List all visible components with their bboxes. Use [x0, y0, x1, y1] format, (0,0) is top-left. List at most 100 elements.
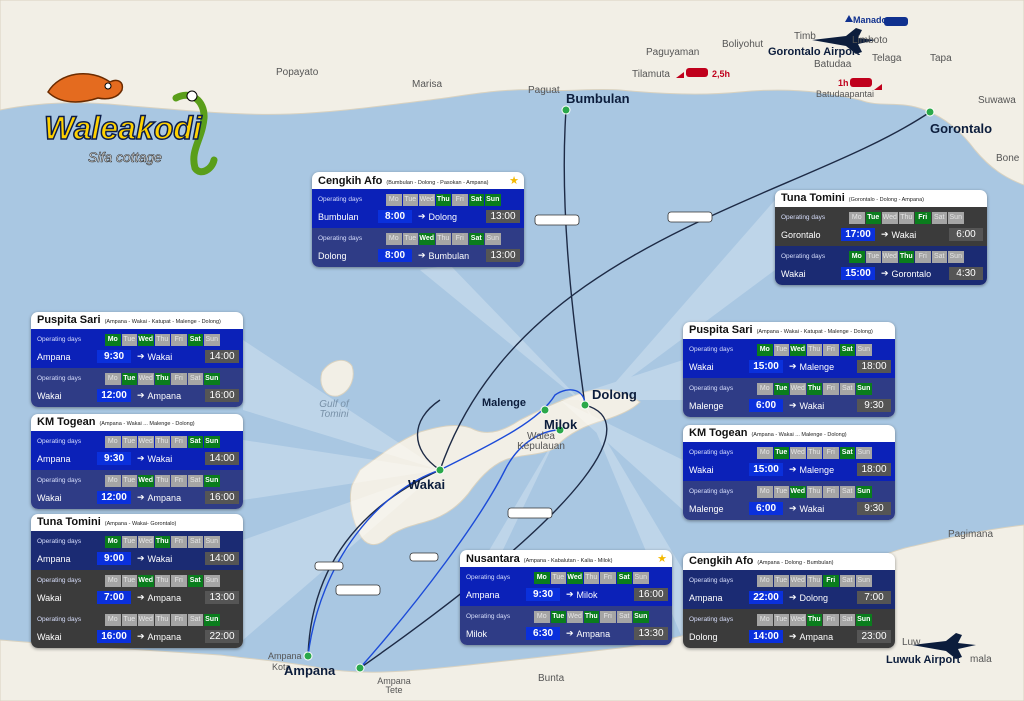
day-sun: Sun [856, 613, 872, 626]
star-icon: ★ [657, 553, 667, 565]
departure-time: 9:30 [97, 452, 131, 465]
town-label: Batudaapantai [816, 89, 875, 99]
operating-days-label: Operating days [37, 538, 82, 545]
arrow-right-icon: ➔ [881, 268, 889, 278]
ship-name: Cengkih Afo [318, 175, 383, 187]
trip-section: Operating days Mo Tue Wed Thu Fri Sat Sun Waka… [683, 339, 895, 378]
day-mo: Mo [105, 474, 121, 487]
card-header: Tuna Tomini (Gorontalo - Dolong - Ampana… [775, 190, 987, 207]
day-wed: Wed [138, 574, 154, 587]
day-sun: Sun [856, 485, 872, 498]
airport-label-gorontalo: Gorontalo Airport [768, 46, 860, 58]
town-label: Luw [902, 637, 921, 648]
arrival-port: Malenge [799, 464, 835, 475]
ship-route: (Ampana - Wakai ... Malenge - Dolong) [99, 421, 195, 427]
day-sat: Sat [931, 211, 947, 224]
town-label: Popayato [276, 67, 319, 78]
departure-port: Wakai [781, 268, 806, 279]
day-strip: Mo Tue Wed Thu Fri Sat Sun [757, 574, 872, 587]
card-header: Tuna Tomini (Ampana - Wakai- Gorontalo) [31, 514, 243, 531]
day-mo: Mo [849, 250, 865, 263]
town-label: Batudaa [814, 59, 852, 70]
day-mo: Mo [757, 382, 773, 395]
arrow-right-icon: ➔ [789, 631, 797, 641]
trip-section: Operating days Mo Tue Wed Thu Fri Sat Sun Waka… [31, 470, 243, 509]
arrival-time: 13:00 [486, 249, 520, 262]
ship-name: KM Togean [689, 427, 748, 439]
arrival-time: 13:00 [205, 591, 239, 604]
town-label: Ampana [268, 651, 302, 661]
arrival-time: 14:00 [205, 552, 239, 565]
day-tue: Tue [121, 574, 137, 587]
day-strip: Mo Tue Wed Thu Fri Sat Sun [105, 435, 220, 448]
arrival-port: Bumbulan [428, 250, 470, 261]
day-strip: Mo Tue Wed Thu Fri Sat Sun [534, 571, 649, 584]
trip-section: Operating days Mo Tue Wed Thu Fri Sat Sun Waka… [31, 368, 243, 407]
day-fri: Fri [452, 232, 468, 245]
day-strip: Mo Tue Wed Thu Fri Sat Sun [105, 613, 220, 626]
arrival-port: Ampana [147, 390, 182, 401]
day-mo: Mo [105, 535, 121, 548]
arrow-right-icon: ➔ [137, 631, 145, 641]
town-label: Pagimana [948, 529, 994, 540]
day-mo: Mo [105, 435, 121, 448]
departure-time: 6:30 [526, 627, 560, 640]
arrow-right-icon: ➔ [566, 628, 574, 638]
operating-days-label: Operating days [466, 613, 511, 620]
day-strip: Mo Tue Wed Thu Fri Sat Sun [386, 232, 501, 245]
operating-days-label: Operating days [466, 574, 511, 581]
day-mo: Mo [105, 372, 121, 385]
day-mo: Mo [105, 613, 121, 626]
departure-port: Wakai [37, 592, 62, 603]
ship-route: (Ampana - Wakai - Katupat - Malenge - Do… [756, 329, 873, 335]
day-sun: Sun [204, 333, 220, 346]
operating-days-label: Operating days [689, 346, 734, 353]
day-sun: Sun [633, 571, 649, 584]
departure-time: 22:00 [749, 591, 783, 604]
day-fri: Fri [171, 535, 187, 548]
departure-time: 6:00 [749, 502, 783, 515]
day-strip: Mo Tue Wed Thu Fri Sat Sun [534, 610, 649, 623]
port-label-ampana: Ampana [284, 663, 336, 678]
departure-time: 7:00 [97, 591, 131, 604]
departure-time: 17:00 [841, 228, 875, 241]
town-label: Bunta [538, 673, 565, 684]
ship-name: Puspita Sari [37, 314, 101, 326]
arrival-time: 16:00 [205, 491, 239, 504]
day-sun: Sun [204, 613, 220, 626]
day-fri: Fri [823, 343, 839, 356]
day-strip: Mo Tue Wed Thu Fri Sat Sun [105, 474, 220, 487]
day-mo: Mo [849, 211, 865, 224]
arrow-right-icon: ➔ [881, 229, 889, 239]
day-mo: Mo [534, 610, 550, 623]
day-thu: Thu [898, 250, 914, 263]
arrival-time: 9:30 [857, 399, 891, 412]
day-fri: Fri [600, 571, 616, 584]
arrow-right-icon: ➔ [137, 390, 145, 400]
day-strip: Mo Tue Wed Thu Fri Sat Sun [849, 211, 964, 224]
day-tue: Tue [773, 574, 789, 587]
trip-section: Operating days Mo Tue Wed Thu Fri Sat Sun Ampa… [460, 567, 672, 606]
day-strip: Mo Tue Wed Thu Fri Sat Sun [849, 250, 964, 263]
arrival-time: 18:00 [857, 463, 891, 476]
day-mo: Mo [757, 574, 773, 587]
day-thu: Thu [435, 193, 451, 206]
day-thu: Thu [806, 446, 822, 459]
departure-time: 14:00 [749, 630, 783, 643]
day-tue: Tue [773, 382, 789, 395]
day-wed: Wed [419, 193, 435, 206]
departure-port: Bumbulan [318, 211, 359, 222]
arrow-right-icon: ➔ [789, 503, 797, 513]
day-tue: Tue [773, 446, 789, 459]
day-fri: Fri [452, 193, 468, 206]
day-mo: Mo [757, 485, 773, 498]
operating-days-label: Operating days [689, 577, 734, 584]
trip-section: Operating days Mo Tue Wed Thu Fri Sat Sun Male… [683, 481, 895, 520]
day-strip: Mo Tue Wed Thu Fri Sat Sun [105, 574, 220, 587]
day-sat: Sat [187, 474, 203, 487]
schedule-card: Nusantara (Ampana - Kabalutan - Kalia - … [460, 550, 672, 645]
day-sun: Sun [856, 382, 872, 395]
card-header: Cengkih Afo (Ampana - Dolong - Bumbulan) [683, 553, 895, 570]
day-wed: Wed [790, 446, 806, 459]
card-header: KM Togean (Ampana - Wakai ... Malenge - … [683, 425, 895, 442]
